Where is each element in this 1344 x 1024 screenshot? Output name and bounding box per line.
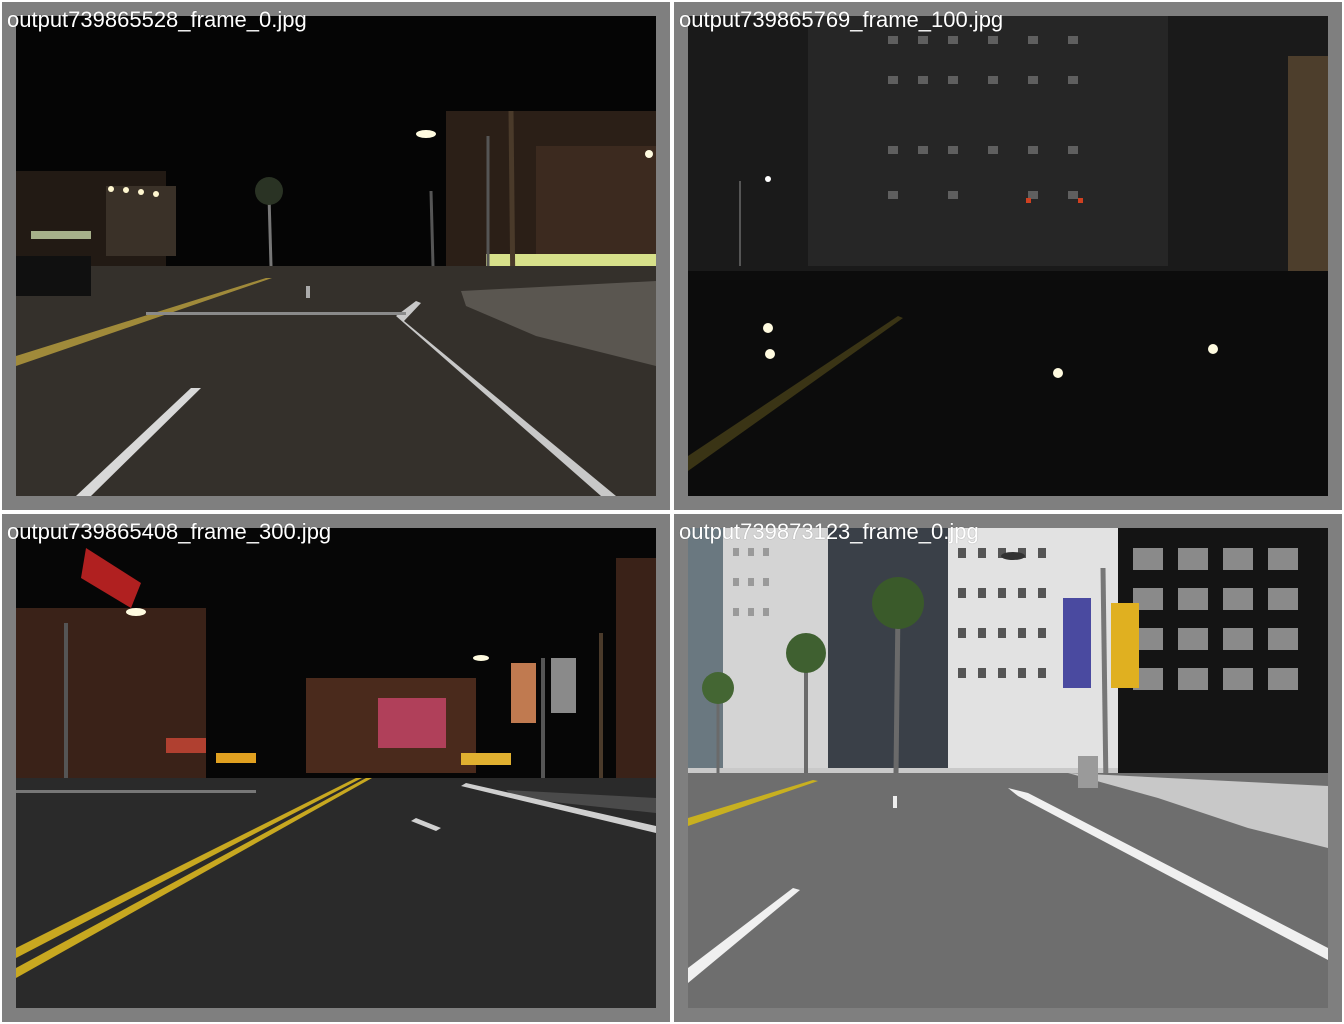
frame-tile: output739865528_frame_0.jpg <box>2 2 670 510</box>
night-street-scene <box>16 528 656 1008</box>
frame-filename: output739865528_frame_0.jpg <box>7 7 307 32</box>
frame-image <box>16 528 656 1008</box>
rainy-night-scene <box>688 16 1328 496</box>
frame-image <box>688 16 1328 496</box>
frame-tile: output739873123_frame_0.jpg <box>674 514 1342 1022</box>
day-city-scene <box>688 528 1328 1008</box>
frame-filename: output739865408_frame_300.jpg <box>7 519 332 544</box>
frame-tile: output739865769_frame_100.jpg <box>674 2 1342 510</box>
night-intersection-scene <box>16 16 656 496</box>
frame-filename: output739865769_frame_100.jpg <box>679 7 1004 32</box>
frame-filename: output739873123_frame_0.jpg <box>679 519 979 544</box>
frame-image <box>16 16 656 496</box>
frame-image <box>688 528 1328 1008</box>
image-grid: output739865528_frame_0.jpg output739865… <box>0 0 1344 1024</box>
frame-tile: output739865408_frame_300.jpg <box>2 514 670 1022</box>
